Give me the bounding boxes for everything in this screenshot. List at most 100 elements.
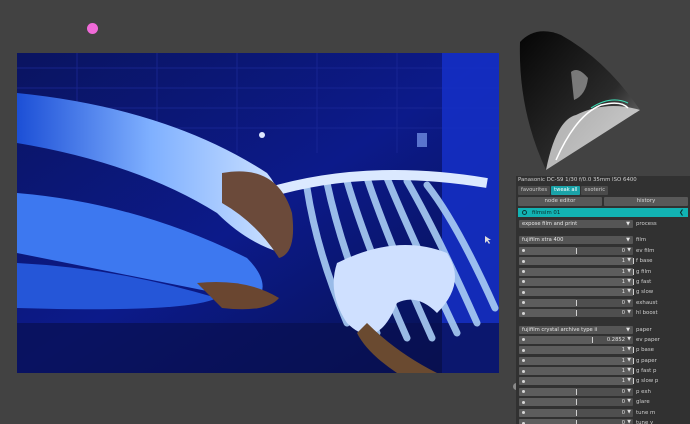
- slider-f-base[interactable]: 1 ▼: [519, 257, 634, 266]
- slider-label: p exh: [636, 388, 651, 395]
- slider-value: 1: [621, 357, 625, 364]
- slider-knob-icon: [522, 311, 525, 315]
- slider-value: 0: [621, 247, 625, 254]
- paper-dropdown[interactable]: fujifilm crystal archive type ii ▼: [519, 325, 633, 334]
- slider-g-fast[interactable]: 1 ▼: [519, 277, 634, 286]
- dropdown-arrow-icon: ▼: [627, 299, 631, 305]
- slider-row: 0 ▼ hl boost: [518, 308, 688, 318]
- slider-position-marker[interactable]: [633, 289, 634, 296]
- slider-position-marker[interactable]: [576, 388, 577, 395]
- dropdown-arrow-icon: ▼: [627, 399, 631, 405]
- dropdown-arrow-icon: ▼: [627, 268, 631, 274]
- slider-g-paper[interactable]: 1 ▼: [519, 356, 634, 365]
- slider-row: 1 ▼ g slow: [518, 287, 688, 297]
- film-dropdown[interactable]: fujifilm xtra 400 ▼: [519, 236, 633, 245]
- slider-position-marker[interactable]: [633, 378, 634, 385]
- gamut-scope-view: [516, 0, 690, 176]
- slider-tune-y[interactable]: 0 ▼: [519, 419, 633, 424]
- image-canvas[interactable]: [0, 0, 520, 424]
- slider-label: g fast: [636, 278, 652, 285]
- color-picker-marker[interactable]: [87, 23, 98, 34]
- process-label: process: [636, 221, 657, 227]
- slider-value: 0.2852: [606, 336, 625, 343]
- slider-value: 1: [621, 368, 625, 375]
- slider-label: g slow: [636, 289, 654, 296]
- slider-glare[interactable]: 0 ▼: [519, 398, 633, 407]
- right-panel: Panasonic DC-S9 1/30 f/0.0 35mm ISO 6400…: [516, 0, 690, 424]
- slider-p-exh[interactable]: 0 ▼: [519, 387, 633, 396]
- slider-tune-m[interactable]: 0 ▼: [519, 408, 633, 417]
- camera-info-label: Panasonic DC-S9 1/30 f/0.0 35mm ISO 6400: [518, 177, 637, 183]
- slider-position-marker[interactable]: [633, 268, 634, 275]
- slider-position-marker[interactable]: [592, 336, 594, 343]
- slider-row: 0 ▼ ev film: [518, 246, 688, 256]
- dropdown-arrow-icon: ▼: [627, 357, 631, 363]
- tab-favourites[interactable]: favourites: [518, 186, 551, 195]
- slider-row: 0.2852 ▼ ev paper: [518, 335, 688, 345]
- slider-g-fast-p[interactable]: 1 ▼: [519, 367, 634, 376]
- node-editor-button[interactable]: node editor: [518, 197, 602, 206]
- slider-position-marker[interactable]: [633, 368, 634, 375]
- slider-position-marker[interactable]: [576, 409, 577, 416]
- slider-label: tune y: [636, 420, 654, 424]
- slider-ev-paper[interactable]: 0.2852 ▼: [519, 335, 633, 344]
- slider-position-marker[interactable]: [576, 299, 577, 306]
- dropdown-arrow-icon: ▼: [627, 258, 631, 264]
- slider-label: tune m: [636, 409, 656, 416]
- slider-knob-icon: [522, 259, 525, 263]
- module-controls: expose film and print ▼ process fujifilm…: [518, 219, 688, 424]
- slider-label: f base: [636, 258, 653, 265]
- slider-label: ev film: [636, 247, 655, 254]
- slider-g-film[interactable]: 1 ▼: [519, 267, 634, 276]
- slider-position-marker[interactable]: [633, 357, 634, 364]
- slider-value: 1: [621, 378, 625, 385]
- film-slider-group: 0 ▼ ev film 1 ▼ f base 1 ▼ g film 1 ▼ g fast 1 ▼ g slo…: [518, 246, 688, 319]
- slider-knob-icon: [522, 400, 525, 404]
- power-toggle-icon[interactable]: [522, 210, 527, 215]
- app-window: Panasonic DC-S9 1/30 f/0.0 35mm ISO 6400…: [0, 0, 690, 424]
- slider-value: 1: [621, 268, 625, 275]
- slider-label: exhaust: [636, 299, 658, 306]
- slider-g-slow-p[interactable]: 1 ▼: [519, 377, 634, 386]
- slider-row: 1 ▼ g film: [518, 267, 688, 277]
- film-label: film: [636, 237, 647, 244]
- slider-g-slow[interactable]: 1 ▼: [519, 288, 634, 297]
- dropdown-arrow-icon: ▼: [627, 347, 631, 353]
- slider-exhaust[interactable]: 0 ▼: [519, 298, 633, 307]
- slider-position-marker[interactable]: [576, 310, 577, 317]
- dropdown-arrow-icon: ▼: [626, 237, 630, 244]
- paper-dropdown-value: fujifilm crystal archive type ii: [522, 326, 598, 333]
- dropdown-arrow-icon: ▼: [627, 388, 631, 394]
- photo-preview[interactable]: [17, 53, 499, 373]
- paper-slider-group: 0.2852 ▼ ev paper 1 ▼ p base 1 ▼ g paper 1 ▼ g fast…: [518, 335, 688, 424]
- dropdown-arrow-icon: ▼: [627, 368, 631, 374]
- slider-position-marker[interactable]: [576, 247, 577, 254]
- slider-position-marker[interactable]: [576, 399, 577, 406]
- tab-tweak-all[interactable]: tweak all: [551, 186, 581, 195]
- film-dropdown-value: fujifilm xtra 400: [522, 237, 564, 244]
- history-button[interactable]: history: [604, 197, 688, 206]
- chevron-left-icon[interactable]: ❮: [679, 209, 684, 216]
- slider-value: 1: [621, 289, 625, 296]
- slider-position-marker[interactable]: [633, 258, 634, 265]
- slider-ev-film[interactable]: 0 ▼: [519, 246, 633, 255]
- tab-esoteric[interactable]: esoteric: [581, 186, 609, 195]
- module-group-tabs: favourites tweak all esoteric: [518, 186, 609, 196]
- slider-p-base[interactable]: 1 ▼: [519, 346, 634, 355]
- slider-hl-boost[interactable]: 0 ▼: [519, 309, 633, 318]
- process-dropdown[interactable]: expose film and print ▼: [519, 220, 633, 228]
- module-header-filmsim[interactable]: filmsim 01 ❮: [518, 208, 688, 217]
- slider-knob-icon: [522, 379, 525, 383]
- slider-value: 0: [621, 388, 625, 395]
- process-dropdown-value: expose film and print: [522, 221, 578, 227]
- dropdown-arrow-icon: ▼: [627, 289, 631, 295]
- editor-button-row: node editor history: [518, 197, 688, 207]
- dropdown-arrow-icon: ▼: [627, 310, 631, 316]
- slider-position-marker[interactable]: [576, 420, 577, 424]
- slider-position-marker[interactable]: [633, 347, 634, 354]
- slider-row: 0 ▼ p exh: [518, 387, 688, 397]
- slider-position-marker[interactable]: [633, 278, 634, 285]
- slider-row: 1 ▼ p base: [518, 345, 688, 355]
- dropdown-arrow-icon: ▼: [627, 247, 631, 253]
- slider-value: 0: [621, 420, 625, 424]
